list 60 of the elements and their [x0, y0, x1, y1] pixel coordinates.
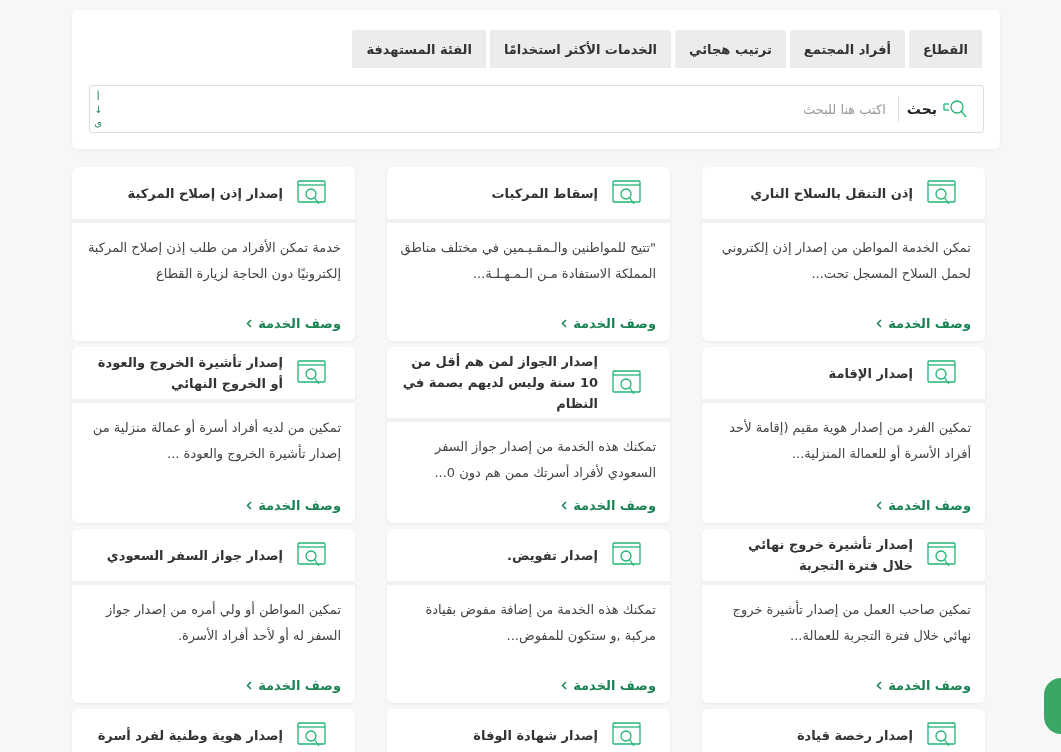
service-title: إصدار إذن إصلاح المركبة — [127, 184, 283, 203]
service-title: إصدار جواز السفر السعودي — [106, 546, 283, 565]
search-window-icon — [927, 180, 957, 206]
service-description: تمكين صاحب العمل من إصدار تأشيرة خروج نهائي خلال فترة التجربة للعمالة... — [731, 599, 971, 645]
search-window-icon — [612, 369, 642, 396]
service-description: تمكين من لديه أفراد أسرة أو عمالة منزلية من إصدار تأشيرة الخروج والعودة ... — [91, 418, 341, 464]
service-link[interactable]: وصف الخدمة — [876, 666, 971, 693]
filter-tab[interactable]: أفراد المجتمع — [789, 30, 905, 68]
service-title: إصدار الإقامة — [828, 364, 913, 383]
service-title: إصدار الجواز لمن هم أقل من 10 سنة وليس لديهم بصمة في النظام — [401, 352, 598, 414]
search-window-icon — [612, 542, 642, 568]
service-link[interactable]: وصف الخدمة — [246, 304, 341, 331]
service-title: إصدار تأشيرة خروج نهائي خلال فترة التجربة — [747, 535, 913, 575]
search-window-icon — [927, 542, 957, 568]
service-description: تمكنك هذه الخدمة من إصدار جواز السفر السعودي لأفراد أسرتك ممن هم دون 0... — [433, 438, 656, 483]
service-link[interactable]: وصف الخدمة — [246, 486, 341, 513]
search-field[interactable]: بحث اكتب هنا للبحث أ ↓ ى — [89, 85, 984, 133]
chevron-icon — [246, 681, 253, 690]
search-window-icon — [927, 360, 957, 386]
search-label: بحث — [906, 101, 937, 117]
chevron-icon — [876, 681, 883, 690]
filter-tab[interactable]: ترتيب هجائي — [675, 30, 786, 68]
service-description: تمكين الفرد من إصدار هوية مقيم (إقامة لأحد أفراد الأسرة أو للعمالة المنزلية... — [728, 418, 971, 464]
service-title: إصدار تأشيرة الخروج والعودة أو الخروج النهائي — [96, 353, 283, 394]
service-title: إذن التنقل بالسلاح الناري — [750, 184, 913, 203]
chevron-icon — [561, 681, 568, 690]
search-window-icon — [927, 722, 957, 748]
service-description: تمكين المواطن أو ولي أمره من إصدار جواز السفر له أو لأحد أفراد الأسرة. — [104, 600, 341, 646]
search-window-icon — [612, 180, 642, 206]
service-link[interactable]: وصف الخدمة — [561, 304, 656, 331]
search-icon — [943, 98, 969, 120]
chevron-icon — [561, 501, 568, 510]
service-description: تمكن الخدمة المواطن من إصدار إذن إلكتروني لحمل السلاح المسجل تحت... — [720, 239, 971, 283]
chevron-icon — [876, 319, 883, 328]
chevron-icon — [246, 501, 253, 510]
search-window-icon — [297, 360, 327, 386]
service-description: تمكنك هذه الخدمة من إضافة مفوض بقيادة مركبة ,و ستكون للمفوض... — [424, 601, 656, 646]
search-window-icon — [297, 722, 327, 748]
filter-tab[interactable]: القطاع — [908, 30, 982, 68]
sort-button[interactable]: أ ↓ ى — [94, 89, 103, 129]
service-title: إصدار هوية وطنية لفرد أسرة — [97, 726, 283, 745]
service-link[interactable]: وصف الخدمة — [876, 486, 971, 513]
service-link[interactable]: وصف الخدمة — [561, 486, 656, 513]
filter-tab[interactable]: الخدمات الأكثر استخدامًا — [489, 30, 672, 68]
search-window-icon — [612, 722, 642, 748]
service-title: إسقاط المركبات — [491, 184, 598, 203]
service-link[interactable]: وصف الخدمة — [876, 304, 971, 331]
service-description: خدمة تمكن الأفراد من طلب إذن إصلاح المركبة إلكترونيًا دون الحاجة لزيارة القطاع — [86, 238, 341, 284]
service-description: "تتيح للمواطنين والـمقـيـمين في مختلف مناطق المملكة الاستفادة مـن الـمـهـلـة... — [399, 239, 656, 284]
service-link[interactable]: وصف الخدمة — [561, 666, 656, 693]
search-window-icon — [297, 542, 327, 568]
service-title: إصدار تفويض. — [507, 546, 598, 565]
chevron-icon — [246, 319, 253, 328]
service-link[interactable]: وصف الخدمة — [246, 666, 341, 693]
search-window-icon — [297, 180, 327, 206]
chevron-icon — [561, 319, 568, 328]
chevron-icon — [876, 501, 883, 510]
service-title: إصدار رخصة قيادة — [796, 726, 913, 745]
filter-tab[interactable]: الفئة المستهدفة — [352, 30, 486, 68]
service-title: إصدار شهادة الوفاة — [473, 726, 598, 745]
